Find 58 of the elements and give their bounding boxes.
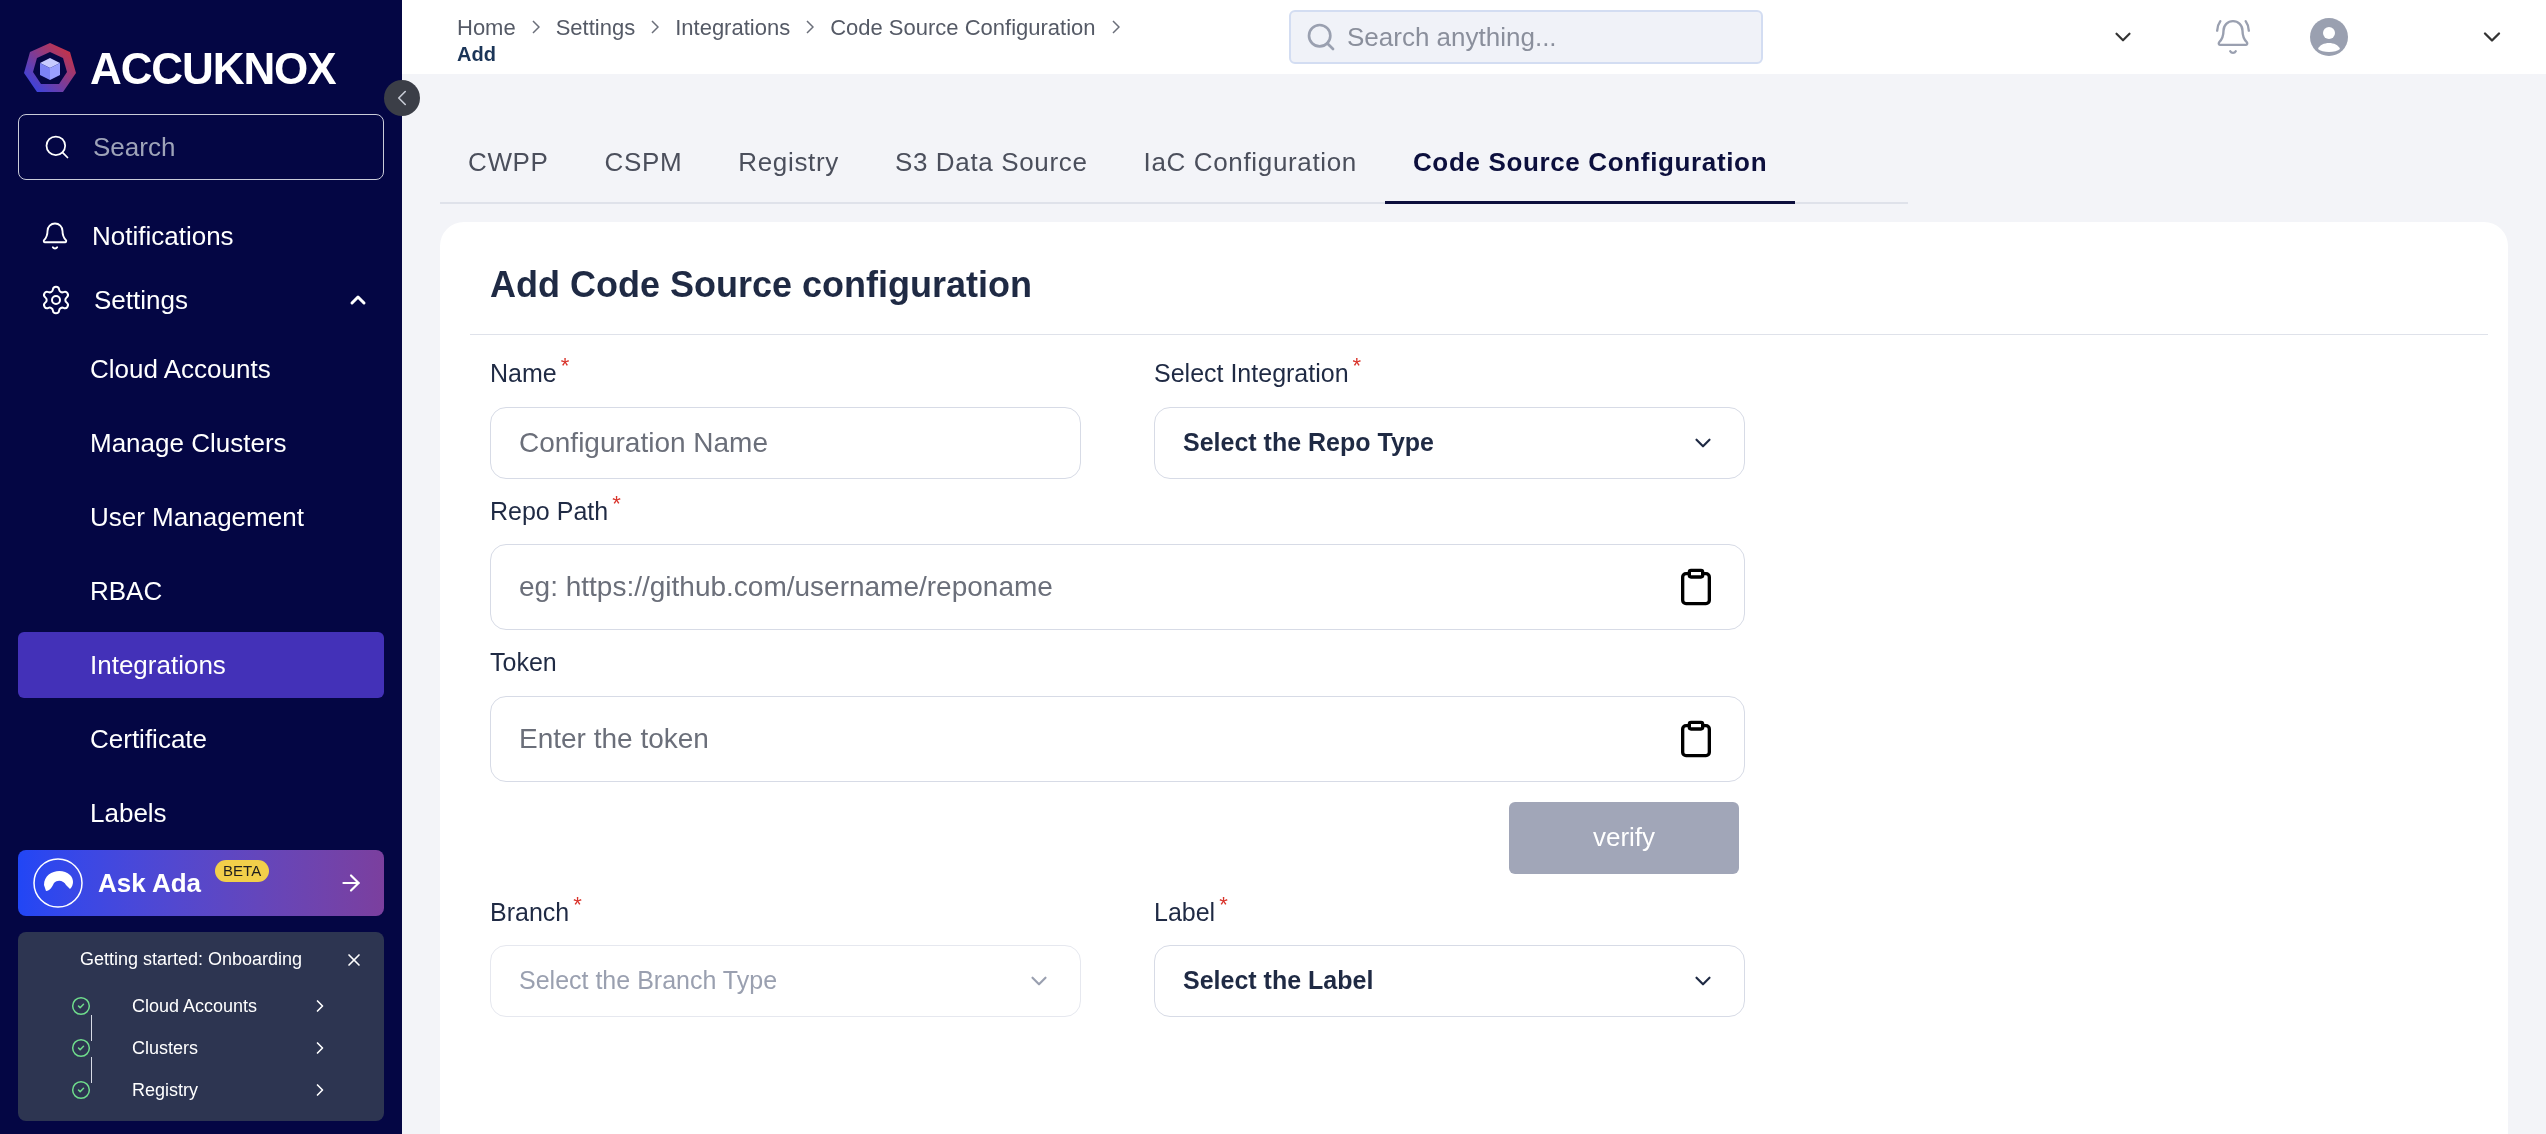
tab[interactable]: CSPM (576, 122, 711, 202)
search-icon (1305, 21, 1337, 53)
onboarding-step[interactable]: Cloud Accounts (132, 992, 310, 1020)
field-label: Branch (490, 896, 570, 928)
beta-badge: BETA (215, 860, 270, 882)
breadcrumb-link[interactable]: Settings (555, 10, 636, 44)
chevron-right-icon (806, 20, 815, 34)
field-label: Label (1154, 896, 1216, 928)
tab[interactable]: Registry (710, 122, 867, 202)
breadcrumb-current: Add (457, 43, 497, 64)
field-label: Name (490, 358, 557, 389)
collapse-button[interactable] (384, 80, 420, 116)
sidebar-search-field[interactable]: Search (18, 114, 384, 180)
onboarding-step[interactable]: Registry (132, 1076, 310, 1104)
required-mark: * (612, 492, 621, 515)
sidebar-subitem[interactable]: Cloud Accounts (18, 336, 384, 402)
chevron-right-icon (651, 20, 660, 34)
ask-ada-banner[interactable]: Ask Ada BETA (18, 850, 384, 916)
text-field[interactable]: Configuration Name (490, 406, 1081, 479)
sidebar-item[interactable]: Settings (18, 272, 384, 328)
required-mark: * (1352, 355, 1362, 377)
breadcrumb-link[interactable]: Home (457, 10, 516, 44)
bell-icon (40, 221, 70, 251)
search-icon (43, 133, 71, 161)
select-dropdown[interactable]: Select the Repo Type (1154, 406, 1745, 479)
onboarding-step[interactable]: Clusters (132, 1034, 310, 1062)
tab[interactable]: IaC Configuration (1115, 122, 1385, 202)
field-label: Token (490, 647, 557, 678)
gear-icon (40, 284, 72, 316)
select-dropdown[interactable]: Select the Label (1154, 945, 1745, 1017)
chevron-right-icon (1111, 20, 1120, 34)
text-field[interactable]: Enter the token (490, 695, 1745, 782)
sidebar-subitem[interactable]: Manage Clusters (18, 410, 384, 476)
breadcrumb-link[interactable]: Integrations (675, 10, 791, 44)
bell-icon[interactable] (2214, 18, 2252, 56)
sidebar-subitem[interactable]: Integrations (18, 632, 384, 698)
breadcrumb-link[interactable]: Code Source Configuration (830, 10, 1096, 44)
field-label: Repo Path (490, 495, 609, 527)
text-field[interactable]: eg: https://github.com/username/reponame (490, 544, 1745, 630)
tab[interactable]: CWPP (440, 122, 577, 202)
sidebar-subitem[interactable]: RBAC (18, 558, 384, 624)
sidebar-item[interactable]: Notifications (18, 208, 384, 264)
required-mark: * (560, 355, 570, 377)
form-title: Add Code Source configuration (490, 263, 1033, 307)
chevron-right-icon (531, 20, 540, 34)
sidebar-subitem[interactable]: Certificate (18, 706, 384, 772)
field-label: Select Integration (1154, 358, 1349, 389)
ask-ada-label: Ask Ada (98, 866, 202, 900)
sidebar-subitem[interactable]: User Management (18, 484, 384, 550)
required-mark: * (1219, 893, 1228, 916)
user-avatar-icon[interactable] (2310, 18, 2348, 56)
onboarding-title: Getting started: Onboarding (80, 948, 303, 971)
sidebar-subitem[interactable]: Labels (18, 780, 384, 846)
assistant-avatar-icon (32, 857, 84, 909)
brand-name: ACCUKNOX (90, 47, 336, 91)
tab[interactable]: S3 Data Source (866, 122, 1116, 202)
tab[interactable]: Code Source Configuration (1384, 124, 1796, 204)
required-mark: * (573, 893, 582, 916)
